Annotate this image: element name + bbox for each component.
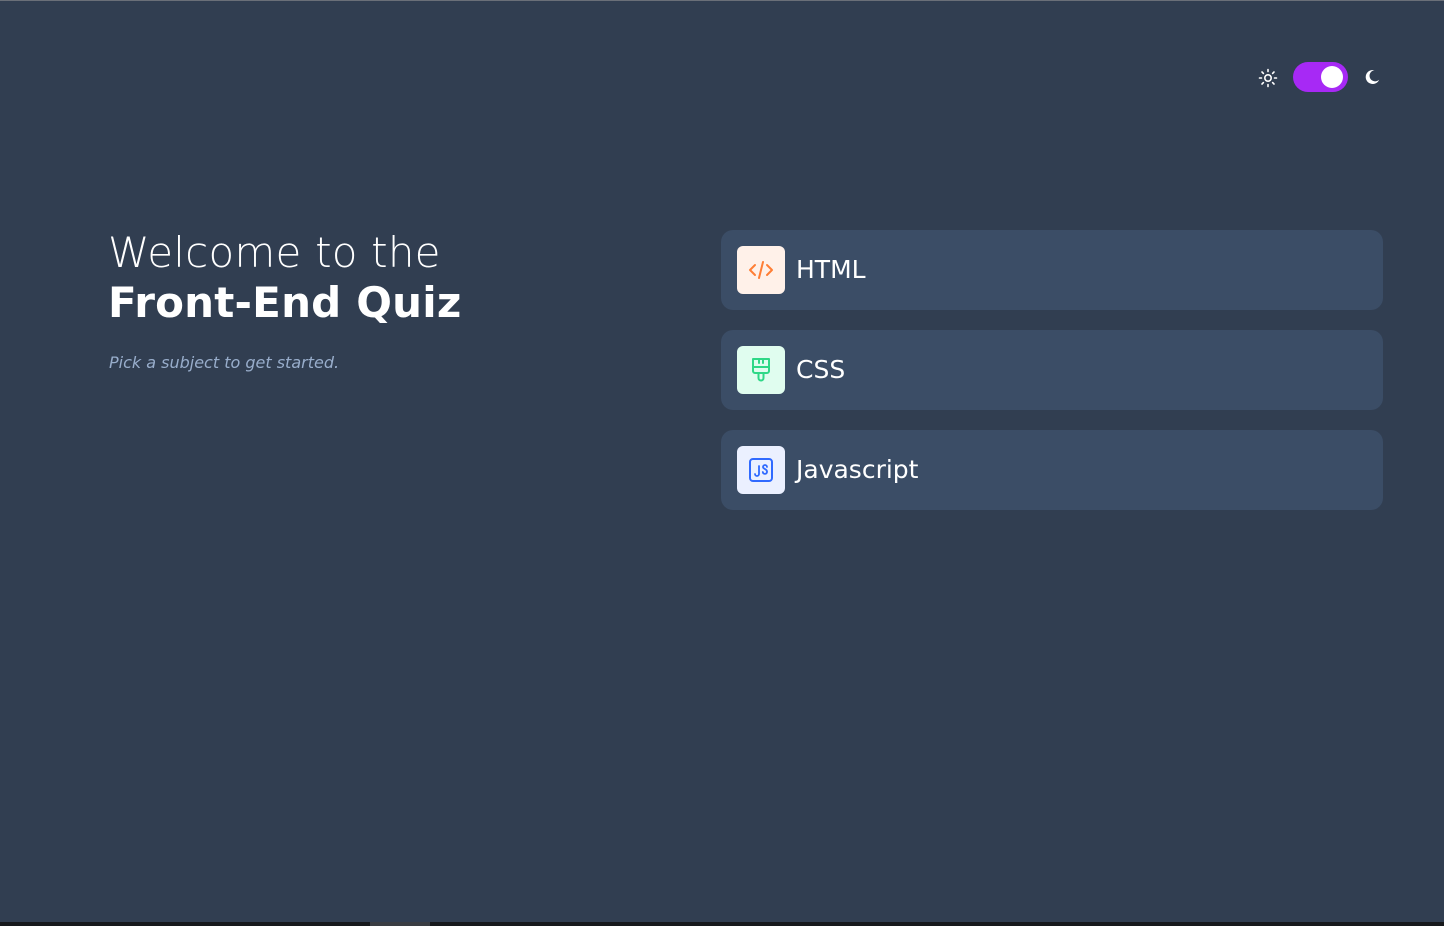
subject-option-css[interactable]: CSS (721, 330, 1383, 410)
page-subtitle: Pick a subject to get started. (109, 353, 340, 372)
dark-mode-switch[interactable] (1293, 62, 1348, 92)
title-line-quiz-name: Front-End Quiz (108, 278, 462, 327)
subject-option-javascript[interactable]: Javascript (721, 430, 1383, 510)
subject-label: CSS (796, 355, 846, 384)
js-icon (737, 446, 785, 494)
switch-knob (1321, 66, 1343, 88)
subject-list: HTML CSS Javascript (721, 230, 1383, 530)
taskbar-edge (0, 922, 1444, 926)
paintbrush-icon (737, 346, 785, 394)
subject-label: HTML (796, 255, 866, 284)
subject-label: Javascript (796, 455, 919, 484)
subject-option-html[interactable]: HTML (721, 230, 1383, 310)
page-title: Welcome to the Front-End Quiz (108, 228, 628, 328)
title-line-welcome: Welcome to the (108, 228, 441, 277)
code-icon (737, 246, 785, 294)
window-top-border (0, 0, 1444, 1)
moon-icon (1362, 67, 1382, 87)
theme-toggle (1256, 61, 1386, 93)
sun-icon (1258, 68, 1278, 88)
taskbar-handle (370, 922, 430, 926)
